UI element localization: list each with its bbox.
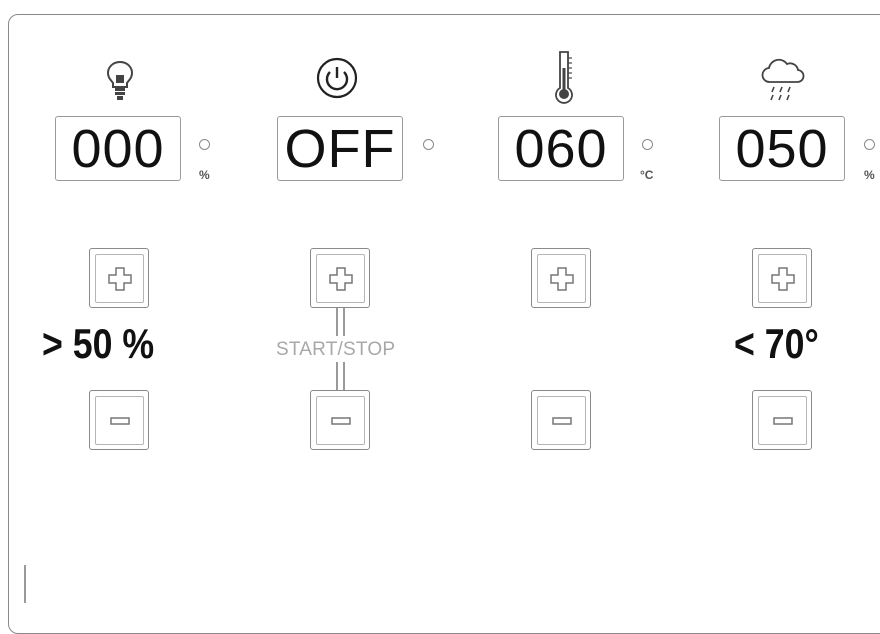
humidity-threshold-label: < 70° [734,320,819,367]
temperature-minus-button[interactable] [531,390,591,450]
minus-icon [331,417,351,425]
humidity-unit: % [864,168,875,182]
start-stop-label: START/STOP [276,339,396,360]
light-unit: % [199,168,210,182]
humidity-led [864,139,875,150]
plus-icon [550,267,574,291]
start-stop-connector [343,362,345,390]
power-icon [315,56,358,108]
power-led [423,139,434,150]
start-stop-connector [336,308,338,336]
power-minus-button[interactable] [310,390,370,450]
power-display: OFF [277,116,403,181]
humidity-plus-button[interactable] [752,248,812,308]
start-stop-connector [336,362,338,390]
light-led [199,139,210,150]
temperature-unit: °C [640,168,654,182]
humidity-display: 050 [719,116,845,181]
temperature-led [642,139,653,150]
thermometer-icon [544,48,584,104]
humidity-minus-button[interactable] [752,390,812,450]
plus-icon [771,267,795,291]
rain-cloud-icon [760,56,805,108]
humidity-column: 050 % < 70° [0,0,875,609]
minus-icon [552,417,572,425]
start-stop-connector [343,308,345,336]
minus-icon [773,417,793,425]
temperature-plus-button[interactable] [531,248,591,308]
temperature-display: 060 [498,116,624,181]
power-plus-button[interactable] [310,248,370,308]
plus-icon [329,267,353,291]
